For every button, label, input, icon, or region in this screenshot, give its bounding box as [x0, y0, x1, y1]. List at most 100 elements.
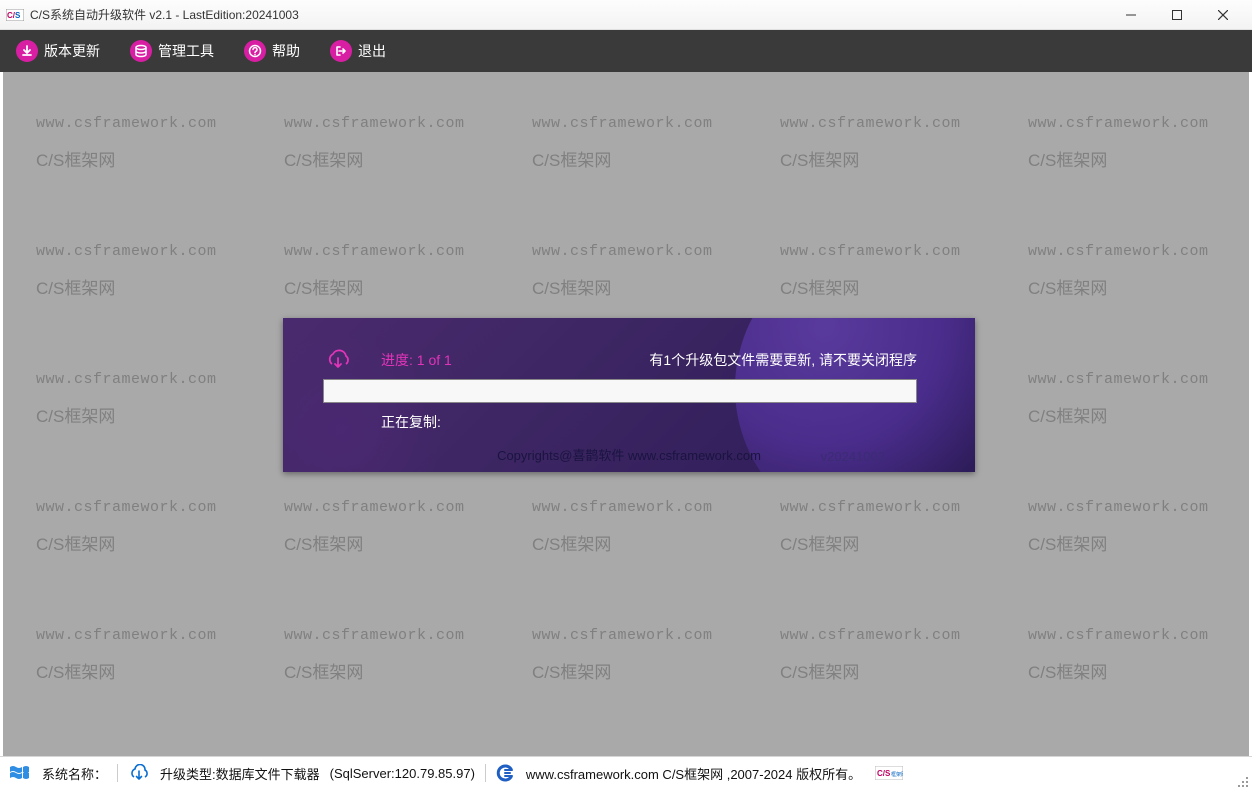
server-label: (SqlServer:120.79.85.97) — [330, 766, 475, 781]
copying-label: 正在复制: — [381, 412, 441, 432]
watermark-name: C/S框架网 — [284, 658, 502, 683]
progress-label: 进度: 1 of 1 — [381, 350, 452, 370]
menu-version-update[interactable]: 版本更新 — [8, 34, 108, 68]
watermark-url: www.csframework.com — [284, 243, 502, 260]
watermark-cell: www.csframework.com C/S框架网 — [998, 627, 1246, 683]
watermark-cell: www.csframework.com C/S框架网 — [750, 115, 998, 171]
watermark-name: C/S框架网 — [284, 146, 502, 171]
watermark-url: www.csframework.com — [1028, 627, 1246, 644]
watermark-name: C/S框架网 — [284, 274, 502, 299]
watermark-cell: www.csframework.comC/S框架网 — [6, 243, 254, 299]
watermark-cell: www.csframework.com C/S框架网 — [750, 243, 998, 299]
cs-badge-icon: C/S框架网 — [875, 766, 903, 780]
svg-text:框架网: 框架网 — [891, 771, 903, 778]
menu-label: 退出 — [358, 41, 386, 61]
footer-text: www.csframework.com C/S框架网 ,2007-2024 版权… — [526, 764, 861, 783]
progress-bar — [323, 379, 917, 403]
watermark-url: www.csframework.com — [532, 499, 750, 516]
watermark-name: C/S框架网 — [780, 530, 998, 555]
svg-text:S: S — [15, 11, 21, 20]
watermark-name: C/S框架网 — [532, 658, 750, 683]
watermark-name: C/S框架网 — [532, 274, 750, 299]
watermark-url: www.csframework.com — [780, 627, 998, 644]
watermark-url: www.csframework.com — [780, 243, 998, 260]
watermark-name: C/S框架网 — [36, 530, 254, 555]
watermark-cell: www.csframework.com C/S框架网 — [750, 627, 998, 683]
database-icon — [130, 40, 152, 62]
menu-label: 版本更新 — [44, 41, 100, 61]
watermark-cell: www.csframework.comC/S框架网 — [6, 627, 254, 683]
download-icon — [16, 40, 38, 62]
watermark-cell: www.csframework.comC/S框架网 — [998, 115, 1246, 171]
watermark-cell: www.csframework.com C/S框架网 — [6, 371, 254, 427]
separator — [485, 764, 486, 782]
watermark-cell: www.csframework.com C/S框架网 — [998, 499, 1246, 555]
watermark-cell: www.csframework.com C/S框架网 — [998, 243, 1246, 299]
cloud-download-icon — [128, 764, 150, 782]
maximize-button[interactable] — [1154, 0, 1200, 30]
watermark-cell: www.csframework.com C/S框架网 — [502, 627, 750, 683]
menu-exit[interactable]: 退出 — [322, 34, 394, 68]
watermark-cell: www.csframework.com C/S框架网 — [6, 499, 254, 555]
cloud-download-icon — [323, 348, 353, 372]
watermark-name: C/S框架网 — [780, 146, 998, 171]
watermark-row: www.csframework.com C/S框架网 www.csframework… — [6, 243, 1246, 299]
watermark-url: www.csframework.com — [36, 371, 254, 388]
watermark-name: C/S框架网 — [1028, 658, 1246, 683]
watermark-name: C/S框架网 — [532, 530, 750, 555]
watermark-cell: www.csframework.com C/S框架网 — [750, 499, 998, 555]
watermark-name: C/S框架网 — [780, 274, 998, 299]
watermark-url: www.csframework.com — [1028, 243, 1246, 260]
watermark-url: www.csframework.com — [36, 499, 254, 516]
watermark-cell: www.csframework.com C/S框架网 — [6, 115, 254, 171]
watermark-name: C/S框架网 — [36, 658, 254, 683]
menu-label: 帮助 — [272, 41, 300, 61]
watermark-row: www.csframework.comC/S框架网www.csframework… — [6, 499, 1246, 555]
watermark-name: C/S框架网 — [284, 530, 502, 555]
watermark-cell: www.csframework.com C/S框架网 — [254, 243, 502, 299]
watermark-url: www.csframework.com — [532, 243, 750, 260]
watermark-url: www.csframework.com — [780, 499, 998, 516]
content-area: www.csframework.com C/S框架网 www.csframework… — [3, 72, 1249, 756]
watermark-cell: www.csframework.com C/S框架网 — [502, 243, 750, 299]
watermark-cell: www.csframework.comC/S框架网 — [998, 371, 1246, 427]
menu-help[interactable]: 帮助 — [236, 34, 308, 68]
svg-text:C/S: C/S — [877, 769, 891, 778]
watermark-url: www.csframework.com — [36, 243, 254, 260]
watermark-cell: www.csframework.com C/S框架网 — [254, 499, 502, 555]
menu-admin-tools[interactable]: 管理工具 — [122, 34, 222, 68]
watermark-url: www.csframework.com — [1028, 371, 1246, 388]
watermark-url: www.csframework.com — [1028, 115, 1246, 132]
app-icon: C/S — [6, 8, 24, 22]
resize-grip[interactable] — [1234, 773, 1248, 787]
system-name-label: 系统名称： — [42, 764, 107, 783]
watermark-url: www.csframework.com — [1028, 499, 1246, 516]
watermark-name: C/S框架网 — [780, 658, 998, 683]
watermark-cell: www.csframework.com C/S框架网 — [254, 115, 502, 171]
watermark-name: C/S框架网 — [1028, 530, 1246, 555]
upgrade-dialog: 进度: 1 of 1 有1个升级包文件需要更新, 请不要关闭程序 正在复制: C… — [283, 318, 975, 472]
watermark-url: www.csframework.com — [36, 115, 254, 132]
watermark-url: www.csframework.com — [532, 627, 750, 644]
watermark-url: www.csframework.com — [284, 499, 502, 516]
watermark-row: www.csframework.com C/S框架网 www.csframework… — [6, 627, 1246, 683]
window-title: C/S系统自动升级软件 v2.1 - LastEdition:20241003 — [30, 6, 1108, 23]
help-icon — [244, 40, 266, 62]
dialog-message: 有1个升级包文件需要更新, 请不要关闭程序 — [649, 350, 917, 370]
watermark-url: www.csframework.com — [284, 115, 502, 132]
watermark-cell: www.csframework.com C/S框架网 — [502, 499, 750, 555]
watermark-url: www.csframework.com — [780, 115, 998, 132]
watermark-cell: www.csframework.com C/S框架网 — [502, 115, 750, 171]
close-button[interactable] — [1200, 0, 1246, 30]
watermark-name: C/S框架网 — [36, 146, 254, 171]
watermark-name: C/S框架网 — [1028, 274, 1246, 299]
watermark-url: www.csframework.com — [284, 627, 502, 644]
watermark-cell: www.csframework.com C/S框架网 — [254, 627, 502, 683]
watermark-name: C/S框架网 — [532, 146, 750, 171]
watermark-url: www.csframework.com — [532, 115, 750, 132]
minimize-button[interactable] — [1108, 0, 1154, 30]
watermark-name: C/S框架网 — [36, 402, 254, 427]
windows-flag-icon — [8, 763, 32, 783]
menu-label: 管理工具 — [158, 41, 214, 61]
statusbar: 系统名称： 升级类型:数据库文件下载器 (SqlServer:120.79.85… — [0, 756, 1252, 789]
